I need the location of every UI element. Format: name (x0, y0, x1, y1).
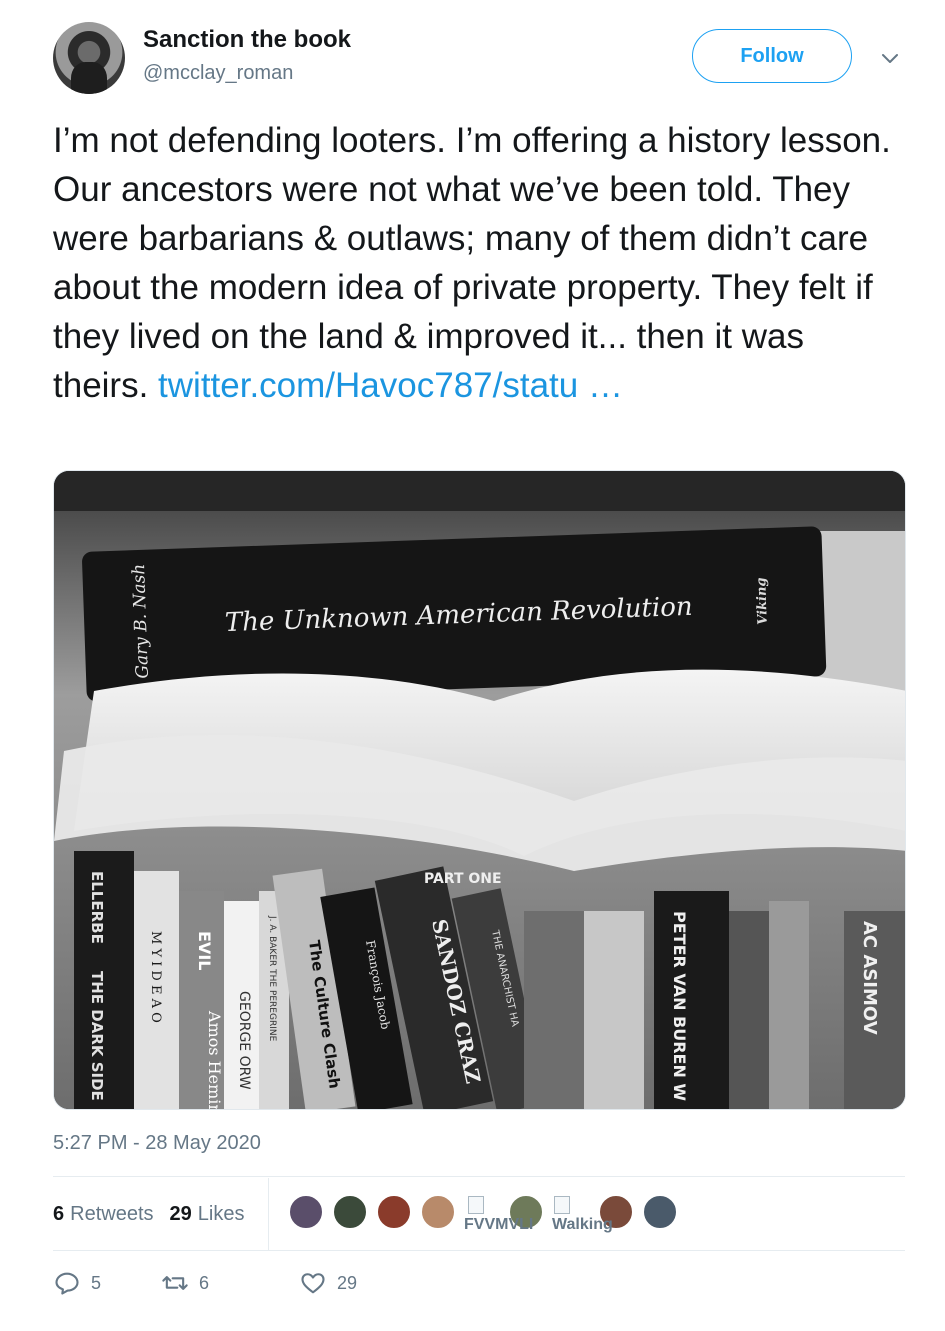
author-handle[interactable]: @mcclay_roman (143, 62, 293, 85)
liker-avatar[interactable] (288, 1194, 324, 1230)
tweet-timestamp[interactable]: 5:27 PM - 28 May 2020 (53, 1132, 261, 1155)
retweets-label[interactable]: Retweets (70, 1203, 153, 1226)
heart-icon (301, 1273, 325, 1294)
tweet-link[interactable]: twitter.com/Havoc787/statu … (158, 366, 623, 405)
like-count: 29 (337, 1272, 358, 1293)
liker-avatar[interactable] (332, 1194, 368, 1230)
author-name[interactable]: Sanction the book (143, 26, 351, 54)
spine-6: GEORGE ORW (236, 991, 252, 1090)
spine-1: ELLERBE (88, 871, 106, 944)
liker-label-2: Walking (552, 1216, 613, 1233)
reply-icon (55, 1272, 79, 1295)
spine-3: M Y I D E A O (148, 931, 163, 1023)
divider-top (53, 1176, 905, 1177)
retweets-count[interactable]: 6 (53, 1203, 64, 1226)
spine-7: J. A. BAKER THE PEREGRINE (267, 915, 277, 1042)
bookshelf-photo: Gary B. Nash The Unknown American Revolu… (54, 471, 905, 1110)
tweet-text: I’m not defending looters. I’m offering … (53, 116, 893, 410)
broken-image-icon[interactable] (554, 1196, 570, 1214)
like-button[interactable]: 29 (299, 1266, 357, 1300)
book-author: Gary B. Nash (129, 563, 153, 678)
follow-button[interactable]: Follow (692, 29, 852, 83)
spine-13: PETER VAN BUREN W (670, 911, 689, 1101)
broken-image-icon[interactable] (468, 1196, 484, 1214)
liker-avatar[interactable] (642, 1194, 678, 1230)
book-publisher: Viking (754, 577, 771, 625)
chevron-down-icon[interactable] (878, 46, 902, 70)
liker-avatar[interactable] (420, 1194, 456, 1230)
retweet-button[interactable]: 6 (161, 1266, 209, 1300)
spine-14: AC ASIMOV (859, 921, 880, 1035)
tweet-header: Sanction the book @mcclay_roman Follow (53, 22, 913, 98)
liker-avatar[interactable] (376, 1194, 412, 1230)
author-avatar[interactable] (53, 22, 125, 94)
tweet-photo[interactable]: Gary B. Nash The Unknown American Revolu… (53, 470, 906, 1110)
retweet-icon (162, 1276, 188, 1290)
liker-label-1: FVVMVLI (464, 1216, 534, 1233)
likes-label[interactable]: Likes (198, 1203, 245, 1226)
spine-4: EVIL (195, 931, 214, 970)
stats-separator (268, 1178, 269, 1250)
reply-button[interactable]: 5 (53, 1266, 101, 1300)
spine-5: Amos Hemin (205, 1010, 224, 1110)
likes-count[interactable]: 29 (170, 1203, 192, 1226)
reply-count: 5 (91, 1272, 102, 1293)
tweet-body: I’m not defending looters. I’m offering … (53, 121, 891, 405)
spine-12: PART ONE (424, 871, 502, 887)
spine-2: THE DARK SIDE (88, 971, 106, 1101)
divider-bottom (53, 1250, 905, 1251)
retweet-count: 6 (199, 1272, 210, 1293)
tweet-stats: 6 Retweets 29 Likes (53, 1196, 260, 1232)
